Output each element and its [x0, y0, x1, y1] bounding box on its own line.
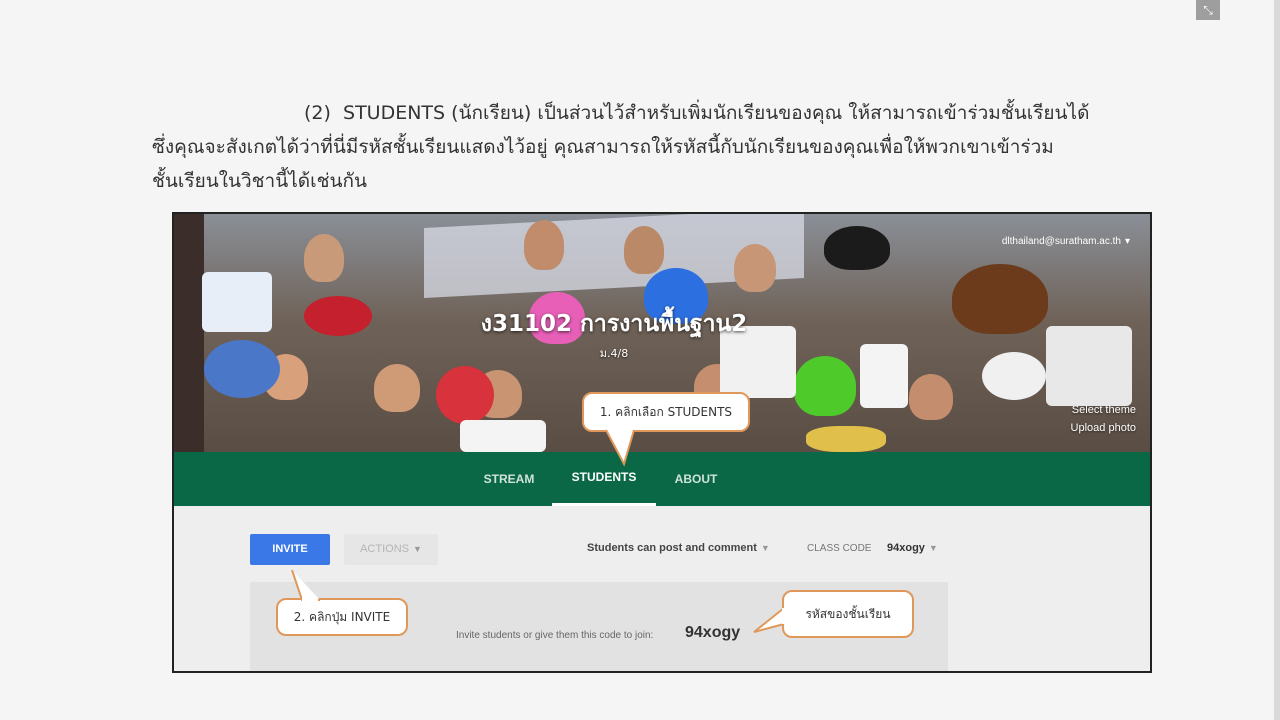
callout-step-1-tail: [605, 426, 635, 467]
account-email: dlthailand@suratham.ac.th: [1001, 236, 1121, 247]
class-code-label: CLASS CODE: [807, 543, 872, 554]
photo-wall: [174, 214, 204, 452]
callout-class-code-tail: [753, 607, 786, 633]
photo-green-wig: [794, 356, 856, 416]
class-title: ง31102 การงานพื้นฐาน2: [480, 311, 748, 337]
photo-person: [374, 364, 420, 412]
paragraph-line-2: ซึ่งคุณจะสังเกตได้ว่าที่นี่มีรหัสชั้นเรี…: [152, 136, 1054, 158]
slide-paragraph: (2) STUDENTS (นักเรียน) เป็นส่วนไว้สำหรั…: [152, 96, 1172, 198]
tab-stream[interactable]: STREAM: [474, 452, 544, 506]
classroom-screenshot: ง31102 การงานพื้นฐาน2 ม.4/8 dlthailand@s…: [172, 212, 1152, 673]
photo-sign-red: [304, 296, 372, 336]
photo-person: [524, 220, 564, 270]
class-section: ม.4/8: [599, 347, 629, 360]
select-theme-link[interactable]: Select theme: [1072, 404, 1136, 416]
permission-label: Students can post and comment: [587, 542, 757, 554]
invite-button[interactable]: INVITE: [250, 534, 330, 565]
actions-dropdown[interactable]: ACTIONS ▼: [344, 534, 438, 565]
photo-sign-sheets: [860, 344, 908, 408]
chevron-down-icon: ▼: [928, 543, 938, 553]
paragraph-line-3: ชั้นเรียนในวิชานี้ได้เช่นกัน: [152, 170, 367, 192]
permission-dropdown[interactable]: Students can post and comment ▼: [587, 542, 770, 554]
callout-step-1: 1. คลิกเลือก STUDENTS: [582, 392, 750, 432]
photo-sign-google-plus: [1046, 326, 1132, 406]
photo-sign-speech: [982, 352, 1046, 400]
account-menu[interactable]: dlthailand@suratham.ac.th ▾: [1002, 236, 1130, 247]
class-tabs: STREAM STUDENTS ABOUT: [174, 452, 1150, 506]
photo-sign-yellow: [806, 426, 886, 452]
photo-person: [624, 226, 664, 274]
upload-photo-link[interactable]: Upload photo: [1071, 422, 1136, 434]
invite-instructions: Invite students or give them this code t…: [456, 630, 654, 641]
callout-step-2: 2. คลิกปุ่ม INVITE: [276, 598, 408, 636]
chevron-down-icon: ▼: [760, 543, 770, 553]
callout-class-code: รหัสของชั้นเรียน: [782, 590, 914, 638]
photo-sign-champion: [204, 340, 280, 398]
photo-pirate-hat: [824, 226, 890, 270]
photo-person: [304, 234, 344, 282]
photo-sign-drive: [460, 420, 546, 452]
invite-code: 94xogy: [685, 624, 741, 641]
photo-sign-red-round: [436, 366, 494, 424]
chevron-down-icon: ▼: [412, 544, 422, 554]
paragraph-number: (2): [304, 102, 331, 124]
photo-person: [734, 244, 776, 292]
photo-sign-classroom: [202, 272, 272, 332]
page-gutter: [1274, 0, 1280, 720]
collapse-arrows-icon[interactable]: ⤡: [1196, 0, 1220, 20]
class-code-value: 94xogy: [887, 542, 925, 554]
photo-witch-hat: [952, 264, 1048, 334]
slide-page: ⤡ (2) STUDENTS (นักเรียน) เป็นส่วนไว้สำห…: [0, 0, 1280, 720]
callout-step-2-tail: [291, 569, 320, 602]
actions-label: ACTIONS: [360, 543, 409, 555]
chevron-down-icon: ▾: [1124, 236, 1130, 247]
class-code-dropdown[interactable]: 94xogy ▼: [887, 542, 938, 554]
tab-about[interactable]: ABOUT: [664, 452, 728, 506]
photo-person: [909, 374, 953, 420]
paragraph-line-1: STUDENTS (นักเรียน) เป็นส่วนไว้สำหรับเพิ…: [343, 102, 1090, 124]
